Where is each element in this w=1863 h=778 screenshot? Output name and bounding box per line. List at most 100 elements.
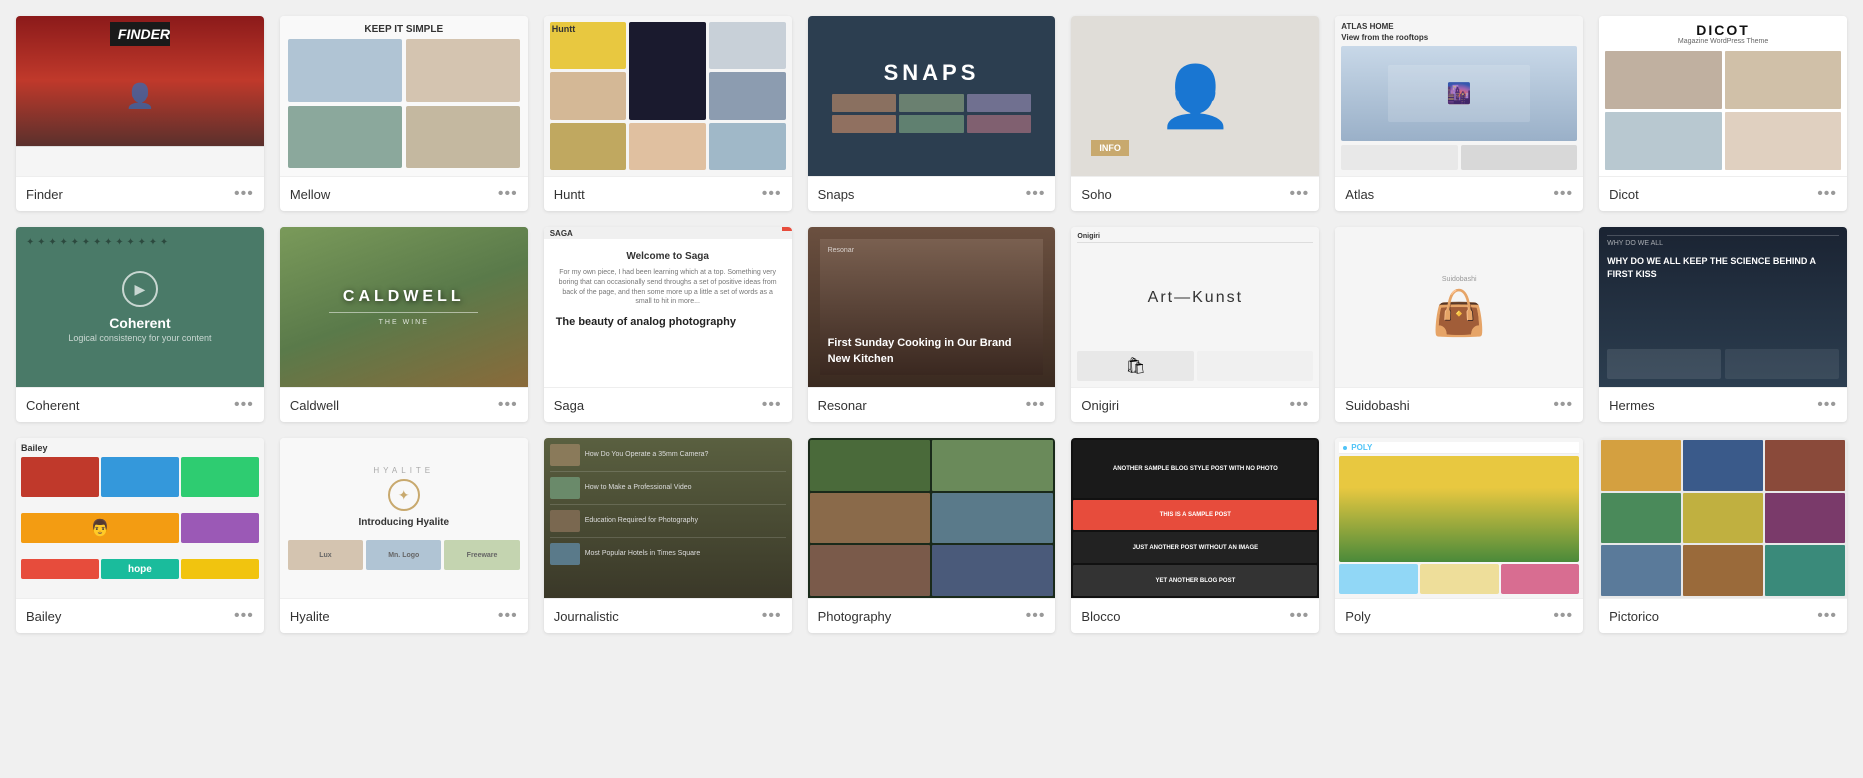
theme-more-resonar[interactable]: ••• bbox=[1026, 396, 1046, 414]
theme-thumbnail-onigiri: Onigiri Art—Kunst 🛍 bbox=[1071, 227, 1319, 387]
pictorico-cell-4 bbox=[1601, 493, 1681, 544]
theme-thumbnail-caldwell: CALDWELL THE WINE bbox=[280, 227, 528, 387]
theme-more-hyalite[interactable]: ••• bbox=[498, 607, 518, 625]
theme-card-soho[interactable]: 👤 INFO Soho ••• bbox=[1071, 16, 1319, 211]
finder-person-icon: 👤 bbox=[16, 46, 264, 146]
theme-thumbnail-photography bbox=[808, 438, 1056, 598]
blocco-item-3: JUST ANOTHER POST WITHOUT AN IMAGE bbox=[1073, 532, 1317, 563]
theme-footer-soho: Soho ••• bbox=[1071, 176, 1319, 211]
theme-name-hyalite: Hyalite bbox=[290, 609, 330, 624]
theme-more-huntt[interactable]: ••• bbox=[762, 185, 782, 203]
theme-name-resonar: Resonar bbox=[818, 398, 867, 413]
theme-card-coherent[interactable]: ✦ ✦ ✦ ✦ ✦ ✦ ✦ ✦ ✦ ✦ ✦ ✦ ✦ ▶ Coherent Log… bbox=[16, 227, 264, 422]
theme-card-blocco[interactable]: ANOTHER SAMPLE BLOG STYLE POST WITH NO P… bbox=[1071, 438, 1319, 633]
theme-more-blocco[interactable]: ••• bbox=[1289, 607, 1309, 625]
theme-more-snaps[interactable]: ••• bbox=[1026, 185, 1046, 203]
theme-thumbnail-snaps: SNAPS bbox=[808, 16, 1056, 176]
pictorico-cell-3 bbox=[1765, 440, 1845, 491]
theme-more-finder[interactable]: ••• bbox=[234, 185, 254, 203]
theme-thumbnail-hyalite: HYALITE ✦ Introducing Hyalite Lux Mn. Lo… bbox=[280, 438, 528, 598]
theme-more-atlas[interactable]: ••• bbox=[1553, 185, 1573, 203]
theme-name-photography: Photography bbox=[818, 609, 892, 624]
theme-card-photography[interactable]: Photography ••• bbox=[808, 438, 1056, 633]
theme-name-bailey: Bailey bbox=[26, 609, 61, 624]
theme-thumbnail-saga: SAGA Welcome to Saga For my own piece, I… bbox=[544, 227, 792, 387]
theme-more-onigiri[interactable]: ••• bbox=[1289, 396, 1309, 414]
theme-footer-dicot: Dicot ••• bbox=[1599, 176, 1847, 211]
theme-card-finder[interactable]: FINDER 👤 Finder ••• bbox=[16, 16, 264, 211]
caldwell-title: CALDWELL bbox=[343, 288, 465, 306]
theme-card-hermes[interactable]: WHY DO WE ALL WHY DO WE ALL KEEP THE SCI… bbox=[1599, 227, 1847, 422]
theme-more-dicot[interactable]: ••• bbox=[1817, 185, 1837, 203]
atlas-subtitle: View from the rooftops bbox=[1341, 33, 1577, 42]
theme-thumbnail-suidobashi: Suidobashi 👜 bbox=[1335, 227, 1583, 387]
theme-name-hermes: Hermes bbox=[1609, 398, 1655, 413]
atlas-header: ATLAS HOME bbox=[1341, 22, 1577, 31]
journalistic-item-2: How to Make a Professional Video bbox=[585, 483, 692, 492]
theme-card-atlas[interactable]: ATLAS HOME View from the rooftops 🌆 Atla… bbox=[1335, 16, 1583, 211]
theme-card-caldwell[interactable]: CALDWELL THE WINE Caldwell ••• bbox=[280, 227, 528, 422]
onigiri-brand: Onigiri bbox=[1077, 233, 1313, 240]
theme-name-poly: Poly bbox=[1345, 609, 1370, 624]
dicot-title: DICOT bbox=[1605, 22, 1841, 38]
mellow-img-4 bbox=[406, 106, 520, 169]
theme-name-onigiri: Onigiri bbox=[1081, 398, 1119, 413]
theme-footer-resonar: Resonar ••• bbox=[808, 387, 1056, 422]
pictorico-cell-5 bbox=[1683, 493, 1763, 544]
theme-card-saga[interactable]: SAGA Welcome to Saga For my own piece, I… bbox=[544, 227, 792, 422]
suidobashi-header: Suidobashi bbox=[1442, 276, 1477, 283]
theme-more-hermes[interactable]: ••• bbox=[1817, 396, 1837, 414]
theme-card-huntt[interactable]: Huntt Huntt ••• bbox=[544, 16, 792, 211]
theme-footer-bailey: Bailey ••• bbox=[16, 598, 264, 633]
theme-more-bailey[interactable]: ••• bbox=[234, 607, 254, 625]
theme-footer-journalistic: Journalistic ••• bbox=[544, 598, 792, 633]
theme-card-resonar[interactable]: Resonar First Sunday Cooking in Our Bran… bbox=[808, 227, 1056, 422]
theme-card-onigiri[interactable]: Onigiri Art—Kunst 🛍 Onigiri ••• bbox=[1071, 227, 1319, 422]
theme-more-suidobashi[interactable]: ••• bbox=[1553, 396, 1573, 414]
theme-more-mellow[interactable]: ••• bbox=[498, 185, 518, 203]
theme-thumbnail-dicot: DICOT Magazine WordPress Theme bbox=[1599, 16, 1847, 176]
theme-more-coherent[interactable]: ••• bbox=[234, 396, 254, 414]
pictorico-cell-2 bbox=[1683, 440, 1763, 491]
theme-thumbnail-atlas: ATLAS HOME View from the rooftops 🌆 bbox=[1335, 16, 1583, 176]
dicot-img-1 bbox=[1605, 51, 1721, 109]
resonar-text: First Sunday Cooking in Our Brand New Ki… bbox=[828, 336, 1036, 367]
theme-name-journalistic: Journalistic bbox=[554, 609, 619, 624]
theme-card-snaps[interactable]: SNAPS Snaps ••• bbox=[808, 16, 1056, 211]
theme-card-pictorico[interactable]: Pictorico ••• bbox=[1599, 438, 1847, 633]
theme-card-hyalite[interactable]: HYALITE ✦ Introducing Hyalite Lux Mn. Lo… bbox=[280, 438, 528, 633]
suidobashi-bag-icon: 👜 bbox=[1432, 287, 1487, 339]
theme-more-photography[interactable]: ••• bbox=[1026, 607, 1046, 625]
theme-more-pictorico[interactable]: ••• bbox=[1817, 607, 1837, 625]
coherent-birds: ✦ ✦ ✦ ✦ ✦ ✦ ✦ ✦ ✦ ✦ ✦ ✦ ✦ bbox=[26, 237, 254, 248]
theme-card-suidobashi[interactable]: Suidobashi 👜 Suidobashi ••• bbox=[1335, 227, 1583, 422]
theme-thumbnail-journalistic: How Do You Operate a 35mm Camera? How to… bbox=[544, 438, 792, 598]
theme-more-poly[interactable]: ••• bbox=[1553, 607, 1573, 625]
photo-cell-1 bbox=[810, 440, 931, 491]
blocco-item-1: ANOTHER SAMPLE BLOG STYLE POST WITH NO P… bbox=[1073, 440, 1317, 498]
theme-thumbnail-mellow: KEEP IT SIMPLE bbox=[280, 16, 528, 176]
theme-footer-suidobashi: Suidobashi ••• bbox=[1335, 387, 1583, 422]
hyalite-brand: HYALITE bbox=[373, 466, 434, 475]
theme-more-saga[interactable]: ••• bbox=[762, 396, 782, 414]
theme-card-mellow[interactable]: KEEP IT SIMPLE Mellow ••• bbox=[280, 16, 528, 211]
theme-more-caldwell[interactable]: ••• bbox=[498, 396, 518, 414]
photo-cell-5 bbox=[810, 545, 931, 596]
journalistic-item-4: Most Popular Hotels in Times Square bbox=[585, 549, 701, 558]
mellow-img-1 bbox=[288, 39, 402, 102]
blocco-item-2: THIS IS A SAMPLE POST bbox=[1073, 500, 1317, 531]
theme-name-dicot: Dicot bbox=[1609, 187, 1639, 202]
theme-more-journalistic[interactable]: ••• bbox=[762, 607, 782, 625]
theme-card-bailey[interactable]: Bailey 👨 hope Bailey bbox=[16, 438, 264, 633]
blocco-item-4: YET ANOTHER BLOG POST bbox=[1073, 565, 1317, 596]
blocco-col-1: ANOTHER SAMPLE BLOG STYLE POST WITH NO P… bbox=[1073, 440, 1317, 596]
theme-card-poly[interactable]: POLY Poly ••• bbox=[1335, 438, 1583, 633]
dicot-img-4 bbox=[1725, 112, 1841, 170]
theme-card-dicot[interactable]: DICOT Magazine WordPress Theme Dicot ••• bbox=[1599, 16, 1847, 211]
theme-card-journalistic[interactable]: How Do You Operate a 35mm Camera? How to… bbox=[544, 438, 792, 633]
photo-cell-6 bbox=[932, 545, 1053, 596]
theme-thumbnail-hermes: WHY DO WE ALL WHY DO WE ALL KEEP THE SCI… bbox=[1599, 227, 1847, 387]
pictorico-cell-6 bbox=[1765, 493, 1845, 544]
theme-more-soho[interactable]: ••• bbox=[1289, 185, 1309, 203]
saga-content: Welcome to Saga For my own piece, I had … bbox=[552, 251, 784, 329]
